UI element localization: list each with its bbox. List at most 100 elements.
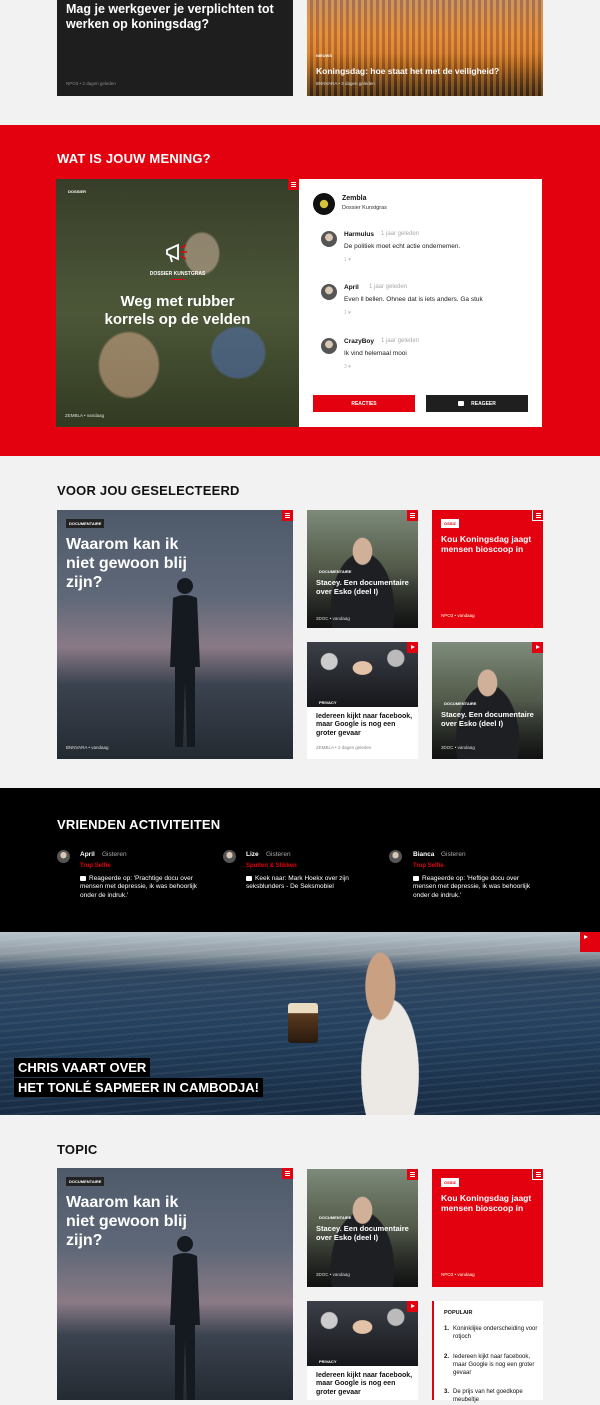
article-title[interactable]: Mag je werkgever je verplichten tot werk… bbox=[66, 2, 276, 32]
friend-program[interactable]: Trup Selfie bbox=[413, 863, 444, 869]
category-badge: PRIVACY bbox=[319, 700, 337, 705]
glass bbox=[288, 1003, 318, 1043]
friend-name[interactable]: Bianca bbox=[413, 851, 434, 858]
menu-icon[interactable] bbox=[532, 1169, 543, 1180]
article-meta: ZEMBLA • 2 dagen geleden bbox=[316, 745, 372, 750]
menu-icon[interactable] bbox=[288, 179, 299, 190]
article-card-blij[interactable]: DOCUMENTAIRE Waarom kan ik niet gewoon b… bbox=[57, 510, 293, 759]
article-meta: NPO3 • 2 dagen geleden bbox=[66, 81, 116, 86]
presenter-figure bbox=[342, 950, 438, 1115]
article-title[interactable]: Kou Koningsdag jaagt mensen bioscoop in bbox=[441, 534, 536, 554]
play-icon[interactable] bbox=[407, 1301, 418, 1312]
commenter-name[interactable]: Harmulus bbox=[344, 231, 374, 238]
comment-text: De politiek moet echt actie ondernemen. bbox=[344, 243, 461, 250]
opinion-section: WAT IS JOUW MENING? DOSSIER DOSSIER KUNS… bbox=[0, 125, 600, 456]
friend-time: Gisteren bbox=[266, 851, 291, 858]
article-meta: 3DOC • vandaag bbox=[441, 745, 475, 750]
article-card-stacey[interactable]: DOCUMENTAIRE Stacey. Een documentaire ov… bbox=[307, 510, 418, 628]
article-meta: BNNVARA • vandaag bbox=[66, 745, 109, 750]
article-title[interactable]: Iedereen kijkt naar facebook, maar Googl… bbox=[316, 1372, 416, 1397]
friend-time: Gisteren bbox=[441, 851, 466, 858]
popular-rank: 2. bbox=[444, 1354, 450, 1360]
reageer-button[interactable]: REAGEER bbox=[426, 395, 528, 412]
article-title[interactable]: Waarom kan ik niet gewoon blij zijn? bbox=[66, 535, 206, 593]
article-title[interactable]: Iedereen kijkt naar facebook, maar Googl… bbox=[316, 713, 416, 738]
reacties-label: REACTIES bbox=[351, 400, 377, 407]
friend-name[interactable]: Lize bbox=[246, 851, 259, 858]
article-title[interactable]: Koningsdag: hoe staat het met de veiligh… bbox=[316, 66, 541, 76]
hero-video-banner[interactable]: CHRIS VAART OVER HET TONLÉ SAPMEER IN CA… bbox=[0, 932, 600, 1115]
section-heading: VOOR JOU GESELECTEERD bbox=[57, 483, 240, 498]
article-card-stacey-2[interactable]: DOCUMENTAIRE Stacey. Een documentaire ov… bbox=[432, 642, 543, 759]
menu-icon[interactable] bbox=[407, 510, 418, 521]
topic-card-stacey[interactable]: DOCUMENTAIRE Stacey. Een documentaire ov… bbox=[307, 1169, 418, 1287]
category-badge: PRIVACY bbox=[319, 1359, 337, 1364]
article-title[interactable]: Stacey. Een documentaire over Esko (deel… bbox=[316, 1224, 416, 1242]
hero-title[interactable]: CHRIS VAART OVER HET TONLÉ SAPMEER IN CA… bbox=[14, 1058, 263, 1097]
person-silhouette bbox=[170, 578, 200, 747]
channel-name[interactable]: Zembla bbox=[342, 195, 367, 202]
popular-item[interactable]: De prijs van het goedkope meubeltje bbox=[453, 1389, 541, 1405]
article-card-koningsdag[interactable]: NIEUWS Koningsdag: hoe staat het met de … bbox=[307, 0, 543, 96]
reacties-button[interactable]: REACTIES bbox=[313, 395, 415, 412]
article-card-werkgever[interactable]: Mag je werkgever je verplichten tot werk… bbox=[57, 0, 293, 96]
friend-avatar[interactable] bbox=[389, 850, 402, 863]
comment-time: 1 jaar geleden bbox=[369, 284, 408, 290]
friend-activity: Keek naar: Mark Hoekx over zijn seksblun… bbox=[246, 875, 376, 892]
opinion-feature-card[interactable]: DOSSIER DOSSIER KUNSTGRAS Weg met rubber… bbox=[56, 179, 299, 427]
friend-name[interactable]: April bbox=[80, 851, 95, 858]
article-card-kou[interactable]: OSSIZ Kou Koningsdag jaagt mensen biosco… bbox=[432, 510, 543, 628]
menu-icon[interactable] bbox=[407, 1169, 418, 1180]
article-meta: NPO3 • vandaag bbox=[441, 1272, 475, 1277]
section-heading: TOPIC bbox=[57, 1142, 98, 1157]
section-heading: WAT IS JOUW MENING? bbox=[57, 151, 211, 166]
channel-avatar[interactable] bbox=[313, 193, 335, 215]
menu-icon[interactable] bbox=[532, 510, 543, 521]
popular-rank: 1. bbox=[444, 1326, 450, 1332]
friend-avatar[interactable] bbox=[57, 850, 70, 863]
category-badge: NIEUWS bbox=[316, 53, 332, 58]
comment-likes[interactable]: 1 ♥ bbox=[344, 310, 351, 316]
topic-card-kou[interactable]: OSSIZ Kou Koningsdag jaagt mensen biosco… bbox=[432, 1169, 543, 1287]
popular-item[interactable]: Iedereen kijkt naar facebook, maar Googl… bbox=[453, 1354, 541, 1377]
comment-likes[interactable]: 1 ♥ bbox=[344, 257, 351, 263]
topic-card-facebook[interactable]: PRIVACY Iedereen kijkt naar facebook, ma… bbox=[307, 1301, 418, 1400]
commenter-name[interactable]: April bbox=[344, 284, 359, 291]
play-icon[interactable] bbox=[580, 932, 600, 952]
popular-rank: 3. bbox=[444, 1389, 450, 1395]
article-title[interactable]: Waarom kan ik niet gewoon blij zijn? bbox=[66, 1193, 206, 1251]
article-meta: BNNVARA • 3 dagen geleden bbox=[316, 81, 375, 86]
category-badge: DOCUMENTAIRE bbox=[66, 519, 105, 528]
megaphone-icon bbox=[166, 243, 187, 263]
hero-title-line1: CHRIS VAART OVER bbox=[14, 1058, 151, 1077]
popular-item[interactable]: Koninklijke onderscheiding voor rotjoch bbox=[453, 1326, 541, 1342]
menu-icon[interactable] bbox=[282, 1168, 293, 1179]
comment-icon bbox=[80, 875, 86, 881]
hero-title-line2: HET TONLÉ SAPMEER IN CAMBODJA! bbox=[14, 1078, 263, 1097]
comments-panel: Zembla Dossier Kunstgras Harmulus 1 jaar… bbox=[299, 179, 542, 427]
comment-icon bbox=[458, 401, 465, 406]
play-icon[interactable] bbox=[407, 642, 418, 653]
feature-title[interactable]: Weg met rubber korrels op de velden bbox=[96, 293, 259, 329]
article-card-facebook[interactable]: PRIVACY Iedereen kijkt naar facebook, ma… bbox=[307, 642, 418, 759]
topic-card-blij[interactable]: DOCUMENTAIRE Waarom kan ik niet gewoon b… bbox=[57, 1168, 293, 1400]
friend-program[interactable]: Spuiten & Slikken bbox=[246, 863, 297, 869]
friend-program[interactable]: Trup Selfie bbox=[80, 863, 111, 869]
commenter-name[interactable]: CrazyBoy bbox=[344, 338, 374, 345]
friends-section: VRIENDEN ACTIVITEITEN April Gisteren Tru… bbox=[0, 788, 600, 932]
article-title[interactable]: Kou Koningsdag jaagt mensen bioscoop in bbox=[441, 1193, 536, 1213]
friend-avatar[interactable] bbox=[223, 850, 236, 863]
section-heading: VRIENDEN ACTIVITEITEN bbox=[57, 817, 221, 832]
friend-activity: Reageerde op: 'Prachtige docu over mense… bbox=[80, 875, 215, 900]
menu-icon[interactable] bbox=[282, 510, 293, 521]
article-meta: 3DOC • vandaag bbox=[316, 616, 350, 621]
article-title[interactable]: Stacey. Een documentaire over Esko (deel… bbox=[316, 578, 414, 596]
friend-activity-text: Keek naar: Mark Hoekx over zijn seksblun… bbox=[246, 875, 349, 891]
article-title[interactable]: Stacey. Een documentaire over Esko (deel… bbox=[441, 710, 539, 728]
play-icon[interactable] bbox=[532, 642, 543, 653]
article-meta: 3DOC • vandaag bbox=[316, 1272, 350, 1277]
person-silhouette bbox=[170, 1236, 200, 1400]
commenter-avatar bbox=[321, 231, 337, 247]
comment-likes[interactable]: 3 ♥ bbox=[344, 364, 351, 370]
comment-text: Ik vind helemaal mooi bbox=[344, 350, 407, 357]
